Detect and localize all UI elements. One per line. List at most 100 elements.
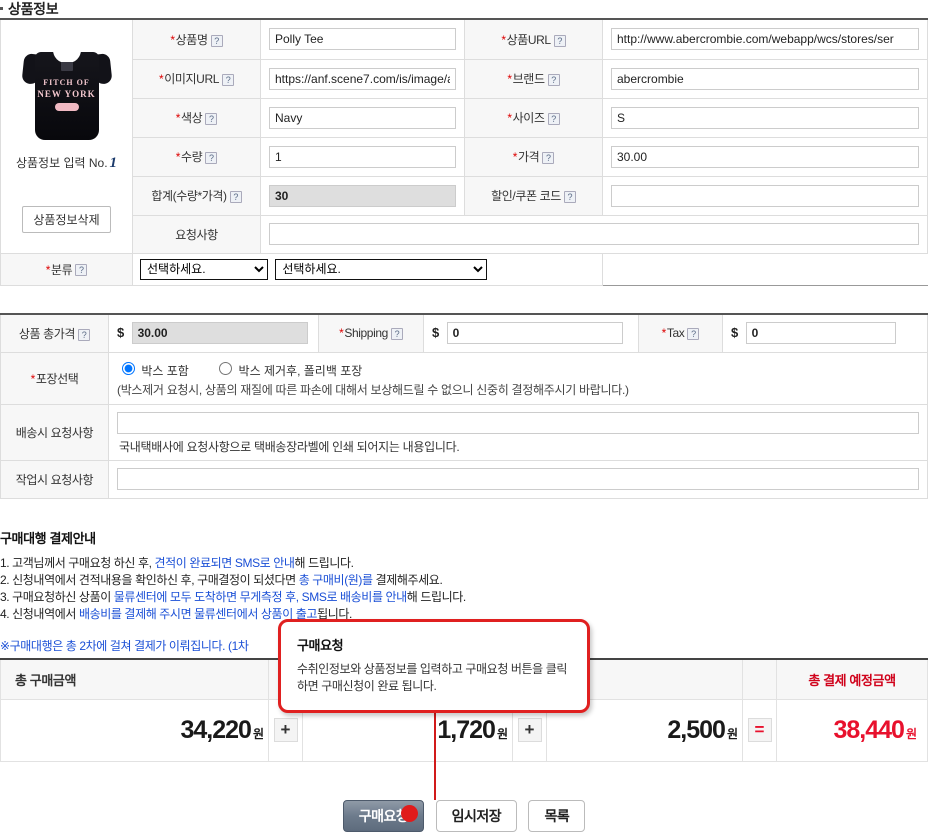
total-price-input <box>131 322 308 345</box>
cell-product-name <box>260 18 465 60</box>
required-icon: * <box>158 72 164 86</box>
cell-request <box>260 214 928 254</box>
help-icon[interactable]: ? <box>75 264 88 277</box>
value-total-purchase: 34,220 원 <box>0 698 269 762</box>
product-index-label: 상품정보 입력 No. 1 <box>15 154 118 171</box>
required-icon: * <box>507 111 512 125</box>
label-subtotal: 합계(수량*가격)? <box>132 175 261 216</box>
packaging-options: 박스 포함 박스 제거후, 폴리백 포장 <box>117 353 919 381</box>
required-icon: * <box>661 326 667 341</box>
cell-tax: $ <box>722 313 928 353</box>
guide-item: 1. 고객님께서 구매요청 하신 후, 견적이 완료되면 SMS로 안내해 드립… <box>0 556 354 570</box>
cell-packaging: 박스 포함 박스 제거후, 폴리백 포장 (박스제거 요청시, 상품의 재질에 … <box>108 351 928 405</box>
delivery-request-input[interactable] <box>117 411 919 434</box>
cell-color <box>260 97 465 138</box>
category-primary-select[interactable]: 선택하세요. <box>140 258 268 280</box>
help-icon[interactable]: ? <box>553 34 566 47</box>
label-shipping: *Shipping? <box>318 313 424 353</box>
cell-quantity <box>260 136 465 177</box>
delete-product-button[interactable]: 상품정보삭제 <box>22 205 111 233</box>
bullet-icon <box>0 7 3 11</box>
product-thumbnail: FITCH OF NEW YORK <box>20 44 113 144</box>
order-form-page: 상품정보 FITCH OF NEW YORK 상품정보 입력 No. 1 상품정… <box>0 0 928 832</box>
label-delivery-request: 배송시 요청사항 <box>0 403 109 461</box>
help-icon[interactable]: ? <box>229 190 242 203</box>
label-category: *분류? <box>0 252 133 286</box>
label-quantity: *수량? <box>132 136 261 177</box>
required-icon: * <box>501 32 506 47</box>
cell-total-price: $ <box>108 313 319 353</box>
packaging-option-include-box[interactable]: 박스 포함 <box>117 361 192 378</box>
work-request-input[interactable] <box>117 468 919 490</box>
cell-work-request <box>108 459 928 499</box>
delivery-request-hint: 국내택배사에 요청사항으로 택배송장라벨에 인쇄 되어지는 내용입니다. <box>119 439 460 454</box>
help-icon[interactable]: ? <box>78 328 91 341</box>
required-icon: * <box>339 326 344 341</box>
label-work-request: 작업시 요청사항 <box>0 459 109 499</box>
size-input[interactable] <box>611 106 919 129</box>
subtotal-input <box>269 184 456 207</box>
packaging-radio-1[interactable] <box>122 361 135 375</box>
shirt-graphic-line1: FITCH OF <box>43 77 90 87</box>
price-input[interactable] <box>611 145 919 168</box>
cell-subtotal <box>260 175 465 216</box>
cell-size <box>602 97 928 138</box>
help-icon[interactable]: ? <box>547 73 560 86</box>
callout-leader-line <box>434 700 436 800</box>
help-icon[interactable]: ? <box>563 190 576 203</box>
plus-icon: + <box>517 718 542 742</box>
help-icon[interactable]: ? <box>205 112 218 125</box>
help-icon[interactable]: ? <box>547 112 560 125</box>
payment-guide-title: 구매대행 결제안내 <box>0 531 96 546</box>
packaging-option-polybag[interactable]: 박스 제거후, 폴리백 포장 <box>214 361 362 378</box>
label-coupon: 할인/쿠폰 코드? <box>464 175 603 216</box>
label-brand: *브랜드? <box>464 58 603 99</box>
page-title: 상품정보 <box>0 0 59 19</box>
help-icon[interactable]: ? <box>222 73 234 86</box>
label-product-name: *상품명? <box>132 18 261 60</box>
required-icon: * <box>175 150 181 164</box>
quantity-input[interactable] <box>269 145 456 168</box>
list-button[interactable]: 목록 <box>528 800 586 832</box>
cell-brand <box>602 58 928 99</box>
temp-save-button[interactable]: 임시저장 <box>435 800 518 832</box>
cell-image-url <box>260 58 465 99</box>
amount-shipping: 1,720 원 <box>437 715 508 744</box>
product-index-number: 1 <box>109 154 118 171</box>
help-icon[interactable]: ? <box>542 151 555 164</box>
callout-body: 수취인정보와 상품정보를 입력하고 구매요청 버튼을 클릭하면 구매신청이 완료… <box>297 662 568 693</box>
help-icon[interactable]: ? <box>687 328 700 341</box>
help-icon[interactable]: ? <box>390 328 403 341</box>
packaging-radio-2[interactable] <box>219 361 233 375</box>
label-tax: *Tax? <box>638 313 723 353</box>
category-secondary-select[interactable]: 선택하세요. <box>275 258 488 280</box>
action-bar: 구매요청 임시저장 목록 <box>0 800 928 832</box>
coupon-input[interactable] <box>611 184 919 207</box>
shipping-input[interactable] <box>446 322 623 345</box>
amount-fee: 2,500 원 <box>667 715 738 744</box>
help-icon[interactable]: ? <box>210 34 223 47</box>
amount-purchase: 34,220 원 <box>180 715 264 744</box>
product-info-table: FITCH OF NEW YORK 상품정보 입력 No. 1 상품정보삭제 *상… <box>0 18 928 286</box>
help-icon[interactable]: ? <box>205 151 218 164</box>
label-price: *가격? <box>464 136 603 177</box>
label-image-url: *이미지URL? <box>132 58 261 99</box>
cell-product-url <box>602 18 928 60</box>
guide-item: 3. 구매요청하신 상품이 물류센터에 모두 도착하면 무게측정 후, SMS로… <box>0 590 466 604</box>
tax-input[interactable] <box>745 322 896 345</box>
image-url-input[interactable] <box>269 67 456 90</box>
product-name-input[interactable] <box>269 28 456 51</box>
request-input[interactable] <box>269 223 919 245</box>
cell-category: 선택하세요. 선택하세요. <box>132 252 603 286</box>
product-url-input[interactable] <box>611 28 919 51</box>
color-input[interactable] <box>269 106 456 129</box>
payment-guide-list: 1. 고객님께서 구매요청 하신 후, 견적이 완료되면 SMS로 안내해 드립… <box>0 555 928 623</box>
cell-coupon <box>602 175 928 216</box>
shirt-graphic-pill <box>54 102 79 111</box>
brand-input[interactable] <box>611 67 919 90</box>
packaging-note: (박스제거 요청시, 상품의 재질에 따른 파손에 대해서 보상해드릴 수 없으… <box>117 382 629 397</box>
required-icon: * <box>175 111 181 125</box>
purchase-request-callout: 구매요청 수취인정보와 상품정보를 입력하고 구매요청 버튼을 클릭하면 구매신… <box>278 619 590 713</box>
required-icon: * <box>507 72 512 86</box>
callout-title: 구매요청 <box>297 638 344 653</box>
